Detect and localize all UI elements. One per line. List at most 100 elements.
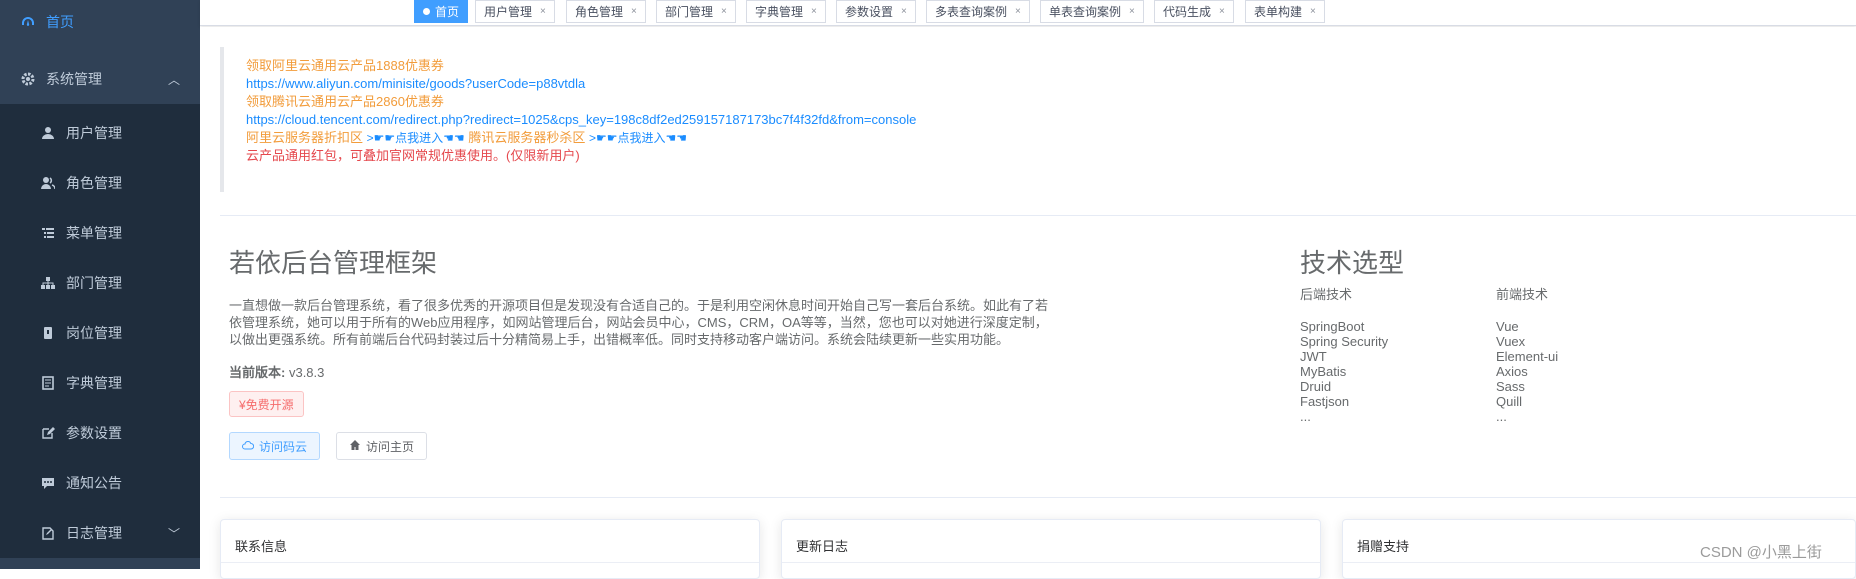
intro-description: 一直想做一款后台管理系统，看了很多优秀的开源项目但是发现没有合适自己的。于是利用…: [229, 298, 1049, 347]
close-icon[interactable]: ×: [631, 6, 637, 17]
visit-home-button[interactable]: 访问主页: [336, 432, 428, 460]
card-title: 更新日志: [782, 520, 1320, 563]
main-content: 领取阿里云通用云产品1888优惠券 https://www.aliyun.com…: [200, 27, 1856, 579]
list-item: Vuex: [1496, 334, 1526, 349]
list-item: MyBatis: [1300, 364, 1347, 379]
close-icon[interactable]: ×: [1129, 6, 1135, 17]
promo-aliyun-title: 领取阿里云通用云产品1888优惠券: [246, 58, 444, 73]
tab-role[interactable]: 角色管理 ×: [566, 0, 646, 23]
tencent-server-link[interactable]: >☛☛点我进入☚☚: [589, 131, 687, 145]
tab-label: 部门管理: [665, 5, 714, 19]
sidebar-item-role[interactable]: 角色管理: [0, 158, 200, 208]
tab-dept[interactable]: 部门管理 ×: [656, 0, 736, 23]
list-item: JWT: [1300, 349, 1327, 364]
tree-icon: [40, 275, 56, 291]
tags-view: 首页 用户管理 × 角色管理 × 部门管理 × 字典管理 × 参数设置 × 多表查询案例 ×…: [200, 0, 1856, 26]
list-item: Element-ui: [1496, 349, 1559, 364]
sidebar-item-dict[interactable]: 字典管理: [0, 358, 200, 408]
sidebar-item-user[interactable]: 用户管理: [0, 108, 200, 158]
close-icon[interactable]: ×: [1310, 6, 1316, 17]
close-icon[interactable]: ×: [721, 6, 727, 17]
tech-title: 技术选型: [1300, 248, 1405, 278]
free-open-source-tag: ¥免费开源: [229, 391, 304, 417]
tab-gen[interactable]: 代码生成 ×: [1154, 0, 1234, 23]
button-label: 访问主页: [366, 439, 415, 454]
version-info: 当前版本: v3.8.3: [229, 362, 324, 381]
sidebar-item-label: 日志管理: [66, 525, 122, 541]
aliyun-server-link[interactable]: >☛☛点我进入☚☚: [367, 131, 465, 145]
close-icon[interactable]: ×: [1219, 6, 1225, 17]
close-icon[interactable]: ×: [901, 6, 907, 17]
intro-title: 若依后台管理框架: [229, 248, 438, 278]
tab-label: 表单构建: [1254, 5, 1303, 19]
sidebar-item-post[interactable]: 岗位管理: [0, 308, 200, 358]
divider: [220, 215, 1856, 216]
tencent-server-label: 腾讯云服务器秒杀区: [468, 130, 586, 145]
tab-label: 角色管理: [575, 5, 624, 19]
home-icon: [349, 439, 361, 454]
backend-head: 后端技术: [1300, 287, 1353, 302]
sidebar-item-dept[interactable]: 部门管理: [0, 258, 200, 308]
sidebar-item-label: 参数设置: [66, 425, 122, 441]
tab-label: 代码生成: [1163, 5, 1212, 19]
sidebar-item-log[interactable]: 日志管理 ﹀: [0, 508, 200, 558]
close-icon[interactable]: ×: [811, 6, 817, 17]
sidebar-item-label: 通知公告: [66, 475, 122, 491]
peoples-icon: [40, 175, 56, 191]
aliyun-server-label: 阿里云服务器折扣区: [246, 130, 364, 145]
tree-table-icon: [40, 225, 56, 241]
close-icon[interactable]: ×: [540, 6, 546, 17]
sidebar-item-menu[interactable]: 菜单管理: [0, 208, 200, 258]
backend-tech-list: 后端技术 SpringBoot Spring Security JWT MyBa…: [1300, 287, 1388, 424]
message-icon: [40, 475, 56, 491]
chevron-up-icon: ︿: [167, 72, 180, 87]
promo-server-line: 阿里云服务器折扣区 >☛☛点我进入☚☚ 腾讯云服务器秒杀区 >☛☛点我进入☚☚: [246, 129, 1850, 147]
contact-card: 联系信息: [220, 519, 760, 579]
visit-gitee-button[interactable]: 访问码云: [229, 432, 321, 460]
sidebar-item-label: 字典管理: [66, 375, 122, 391]
tab-label: 字典管理: [755, 5, 804, 19]
sidebar-item-home[interactable]: 首页: [0, 0, 200, 44]
sidebar-item-notice[interactable]: 通知公告: [0, 458, 200, 508]
tab-label: 单表查询案例: [1049, 5, 1122, 19]
sidebar-item-label: 首页: [46, 14, 74, 30]
list-item: Fastjson: [1300, 394, 1350, 409]
list-item: ...: [1496, 409, 1507, 424]
tab-single-table[interactable]: 单表查询案例 ×: [1040, 0, 1144, 23]
sidebar-item-label: 用户管理: [66, 125, 122, 141]
promo-aliyun-link[interactable]: https://www.aliyun.com/minisite/goods?us…: [246, 75, 1850, 93]
cloud-icon: [242, 439, 255, 454]
tab-home[interactable]: 首页: [414, 0, 469, 23]
list-item: Druid: [1300, 379, 1332, 394]
tab-config[interactable]: 参数设置 ×: [836, 0, 916, 23]
edit-icon: [40, 425, 56, 441]
post-icon: [40, 325, 56, 341]
tab-multi-table[interactable]: 多表查询案例 ×: [926, 0, 1030, 23]
sidebar: 首页 系统管理 ︿ 用户管理 角色管理 菜单管理 部门管理 岗位管理 字典管理 …: [0, 0, 200, 569]
tab-build[interactable]: 表单构建 ×: [1245, 0, 1325, 23]
list-item: Quill: [1496, 394, 1523, 409]
list-item: SpringBoot: [1300, 319, 1365, 334]
version-value: v3.8.3: [288, 365, 325, 380]
promo-tencent-title: 领取腾讯云通用云产品2860优惠券: [246, 94, 444, 109]
tab-user[interactable]: 用户管理 ×: [475, 0, 555, 23]
list-item: ...: [1300, 409, 1311, 424]
sidebar-item-label: 部门管理: [66, 275, 122, 291]
promo-redpacket: 云产品通用红包，可叠加官网常规优惠使用。(仅限新用户): [246, 148, 580, 163]
active-dot-icon: [423, 8, 430, 15]
promo-tencent-link[interactable]: https://cloud.tencent.com/redirect.php?r…: [246, 111, 1850, 129]
frontend-tech-list: 前端技术 Vue Vuex Element-ui Axios Sass Quil…: [1496, 287, 1558, 424]
tab-label: 多表查询案例: [935, 5, 1008, 19]
chevron-down-icon: ﹀: [167, 526, 180, 541]
sidebar-item-system[interactable]: 系统管理 ︿: [0, 54, 200, 104]
frontend-head: 前端技术: [1496, 287, 1549, 302]
version-label: 当前版本:: [229, 365, 286, 380]
list-item: Sass: [1496, 379, 1525, 394]
list-item: Axios: [1496, 364, 1528, 379]
system-icon: [20, 71, 36, 87]
close-icon[interactable]: ×: [1015, 6, 1021, 17]
tab-dict[interactable]: 字典管理 ×: [746, 0, 826, 23]
card-title: 联系信息: [221, 520, 759, 563]
log-icon: [40, 525, 56, 541]
sidebar-item-config[interactable]: 参数设置: [0, 408, 200, 458]
